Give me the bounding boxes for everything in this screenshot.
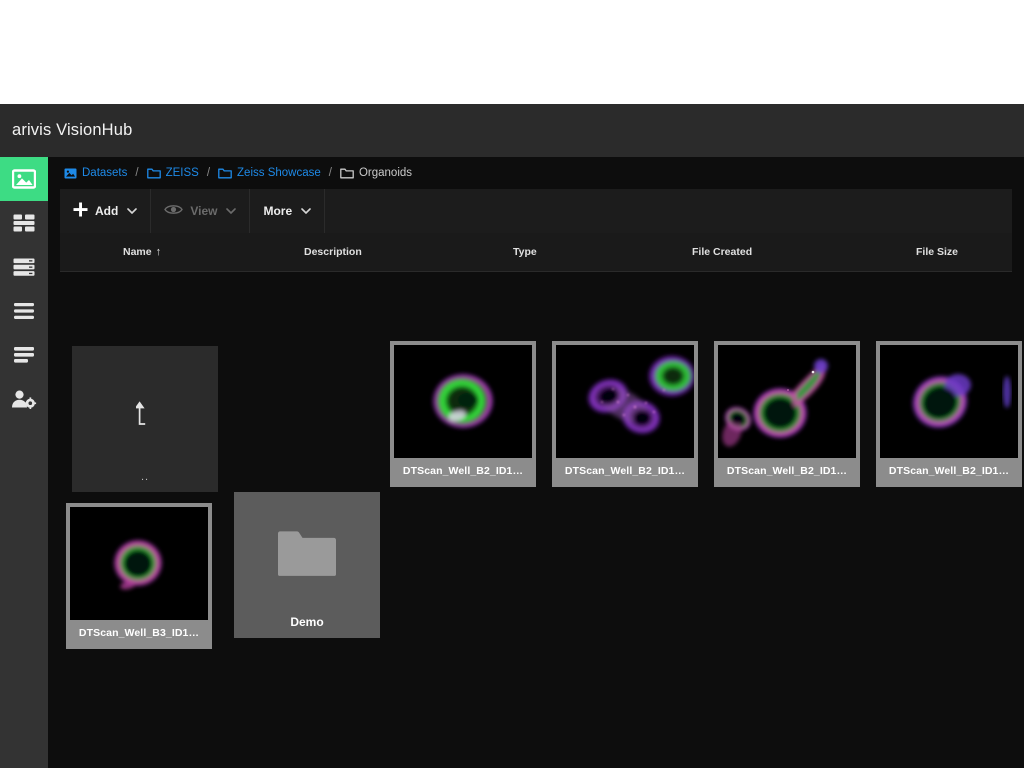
breadcrumb-label: Zeiss Showcase [237,167,321,179]
column-label: File Created [692,246,753,258]
more-button[interactable]: More [250,189,326,233]
folder-icon [218,168,232,179]
toolbar: Add View More [60,189,1012,233]
image-tile-4[interactable]: DTScan_Well_B2_ID1… [876,341,1022,487]
sidebar-item-server[interactable] [0,245,48,289]
parent-folder-label: .. [140,471,150,483]
image-tile-label: DTScan_Well_B2_ID1… [888,464,1010,477]
breadcrumb-separator: / [328,167,332,179]
view-button[interactable]: View [151,189,251,233]
image-tile-label: DTScan_Well_B2_ID1… [402,464,524,477]
thumbnail [718,345,856,458]
breadcrumb-separator: / [206,167,211,179]
breadcrumb: Datasets / ZEISS / Zeiss Showcase / Orga… [48,157,1024,189]
sidebar-item-user-admin[interactable] [0,377,48,421]
image-tile-label: DTScan_Well_B3_ID1… [78,626,200,639]
sidebar-item-images[interactable] [0,157,48,201]
column-header-name[interactable]: Name ↑ [123,233,161,271]
sidebar-item-queue[interactable] [0,333,48,377]
title-bar: arivis VisionHub [0,104,1024,157]
view-label: View [190,204,218,218]
app-window: arivis VisionHub Datasets / ZEISS / Zeis… [0,104,1024,768]
content-panel: Datasets / ZEISS / Zeiss Showcase / Orga… [48,157,1024,768]
thumbnail [394,345,532,458]
breadcrumb-item-organoids[interactable]: Organoids [340,167,412,179]
organoid-render [718,345,856,458]
queue-lines-icon [12,346,36,364]
chevron-down-icon [301,206,311,216]
breadcrumb-label: ZEISS [165,167,199,179]
tile-grid: .. Demo DTScan_Well_B2_ID1… DTScan_Well_… [60,336,1024,768]
plus-icon [73,202,88,220]
breadcrumb-label: Organoids [358,167,413,179]
column-label: Name [123,246,152,258]
add-label: Add [95,204,119,218]
thumbnail [556,345,694,458]
column-header-row: Name ↑ Description Type File Created Fil… [60,233,1012,272]
plate-grid-icon [12,213,36,233]
column-header-type[interactable]: Type [513,233,537,271]
chevron-down-icon [226,206,237,216]
organoid-render [70,507,208,620]
parent-folder-tile[interactable]: .. [72,346,218,492]
organoid-render [394,345,532,458]
breadcrumb-label: Datasets [82,167,128,179]
column-header-file-created[interactable]: File Created [692,233,752,271]
sidebar-item-plates[interactable] [0,201,48,245]
eye-icon [164,203,184,219]
image-tile-2[interactable]: DTScan_Well_B2_ID1… [552,341,698,487]
image-tile-label: DTScan_Well_B2_ID1… [726,464,848,477]
folder-icon [146,168,161,179]
image-icon [12,169,36,189]
column-header-file-size[interactable]: File Size [916,233,958,271]
image-tile-5[interactable]: DTScan_Well_B3_ID1… [66,503,212,649]
folder-icon [340,168,354,179]
image-tile-3[interactable]: DTScan_Well_B2_ID1… [714,341,860,487]
column-label: File Size [916,246,959,258]
chevron-down-icon [127,206,138,216]
image-tile-label: DTScan_Well_B2_ID1… [564,464,686,477]
server-stack-icon [12,257,36,277]
breadcrumb-item-zeiss-showcase[interactable]: Zeiss Showcase [218,167,321,179]
organoid-render [556,345,694,458]
breadcrumb-separator: / [135,167,139,179]
folder-tile-demo[interactable]: Demo [234,492,380,638]
add-button[interactable]: Add [60,189,152,233]
list-lines-icon [12,302,36,320]
arrow-up-icon [134,400,154,431]
thumbnail [880,345,1018,458]
organoid-render [880,345,1018,458]
sidebar-item-list[interactable] [0,289,48,333]
thumbnail [70,507,208,620]
datasets-icon [64,168,77,179]
sidebar-rail [0,157,48,768]
folder-icon [277,530,337,581]
screen: arivis VisionHub Datasets / ZEISS / Zeis… [0,0,1024,768]
sort-ascending-icon: ↑ [155,245,162,258]
image-tile-1[interactable]: DTScan_Well_B2_ID1… [390,341,536,487]
more-label: More [263,204,293,218]
app-title: arivis VisionHub [12,121,133,139]
column-label: Type [513,246,537,258]
folder-label: Demo [290,615,324,629]
breadcrumb-item-datasets[interactable]: Datasets [64,167,127,179]
column-header-description[interactable]: Description [304,233,362,271]
column-label: Description [304,246,362,258]
breadcrumb-item-zeiss[interactable]: ZEISS [146,167,199,179]
user-gear-icon [11,389,37,409]
